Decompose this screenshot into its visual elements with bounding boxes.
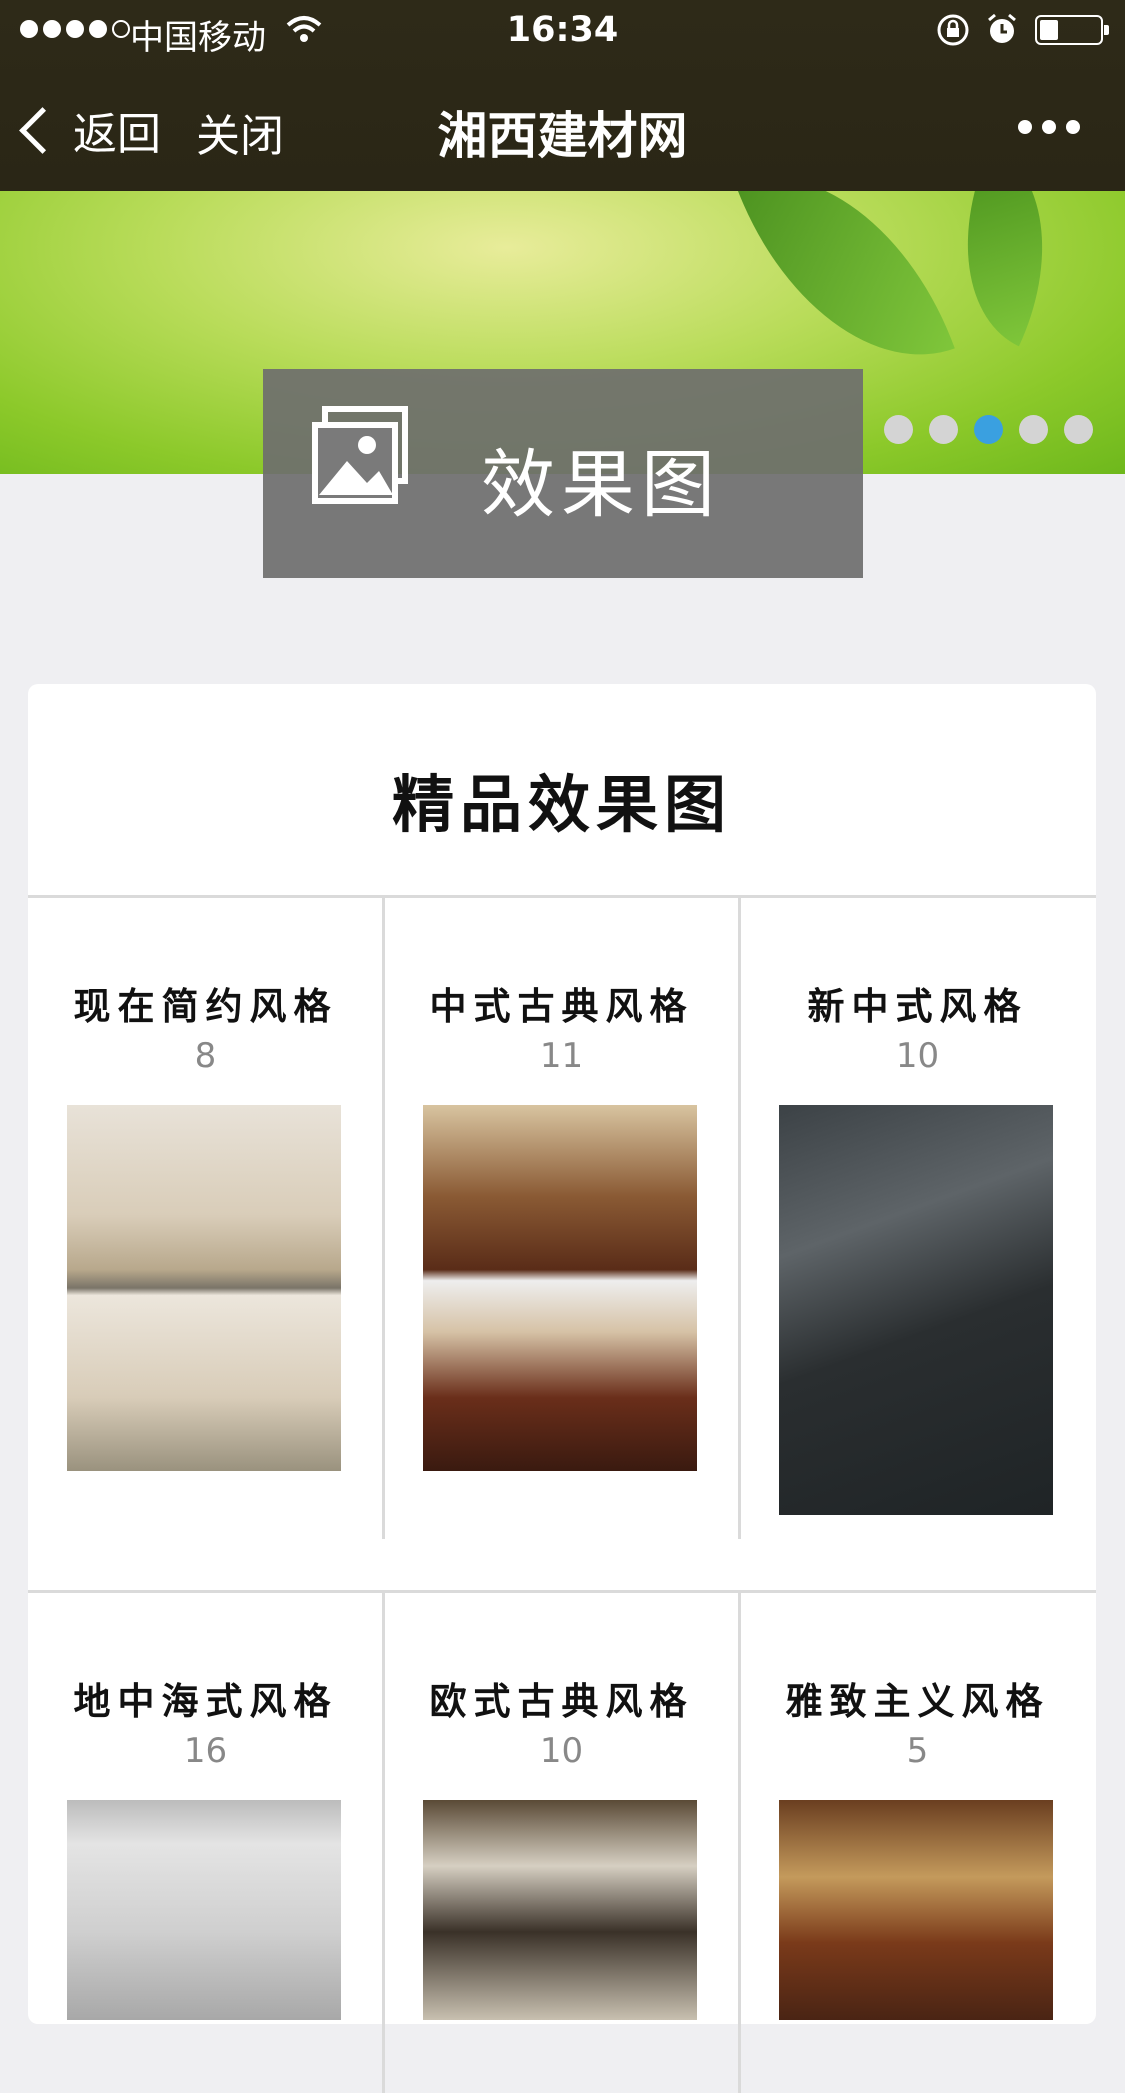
rotation-lock-icon [935, 12, 971, 57]
category-thumbnail[interactable] [423, 1800, 697, 2020]
category-count: 10 [895, 1036, 940, 1076]
status-bar: 中国移动 16:34 [0, 0, 1125, 60]
carousel-pager [884, 415, 1093, 444]
image-gallery-icon [311, 405, 411, 505]
pager-dot[interactable] [929, 415, 958, 444]
category-thumbnail[interactable] [67, 1800, 341, 2020]
category-thumbnail[interactable] [779, 1800, 1053, 2020]
category-tile[interactable]: 中式古典风格 11 [384, 898, 739, 1588]
category-thumbnail[interactable] [67, 1105, 341, 1471]
pager-dot-active[interactable] [974, 415, 1003, 444]
alarm-icon [985, 12, 1019, 55]
pager-dot[interactable] [884, 415, 913, 444]
category-count: 11 [539, 1036, 584, 1076]
category-tile[interactable]: 现在简约风格 8 [28, 898, 383, 1588]
category-tile[interactable]: 雅致主义风格 5 [740, 1593, 1095, 2023]
category-tile[interactable]: 欧式古典风格 10 [384, 1593, 739, 2023]
category-tile[interactable]: 新中式风格 10 [740, 898, 1095, 1588]
category-name: 雅致主义风格 [785, 1680, 1050, 1723]
more-options-button[interactable] [1018, 120, 1080, 134]
category-count: 16 [183, 1731, 228, 1771]
category-name: 中式古典风格 [429, 985, 694, 1028]
category-count: 8 [194, 1036, 217, 1076]
category-thumbnail[interactable] [779, 1105, 1053, 1515]
leaf-decoration [919, 191, 1091, 347]
category-name: 地中海式风格 [73, 1680, 338, 1723]
pager-dot[interactable] [1019, 415, 1048, 444]
pager-dot[interactable] [1064, 415, 1093, 444]
category-tile[interactable]: 地中海式风格 16 [28, 1593, 383, 2023]
battery-icon [1035, 15, 1109, 45]
category-name: 现在简约风格 [73, 985, 338, 1028]
page-title: 湘西建材网 [437, 107, 688, 165]
category-name: 欧式古典风格 [429, 1680, 694, 1723]
navigation-bar: 返回 关闭 湘西建材网 [0, 60, 1125, 191]
effect-images-button[interactable]: 效果图 [263, 369, 863, 578]
section-title: 精品效果图 [391, 768, 732, 841]
featured-card: 精品效果图 现在简约风格 8 中式古典风格 11 新中式风格 10 地中海式风格… [28, 684, 1096, 2093]
category-count: 5 [906, 1731, 929, 1771]
category-count: 10 [539, 1731, 584, 1771]
category-name: 新中式风格 [807, 985, 1028, 1028]
top-bar: 中国移动 16:34 返回 关闭 湘西建材网 [0, 0, 1125, 191]
category-thumbnail[interactable] [423, 1105, 697, 1471]
hero-label: 效果图 [481, 442, 721, 528]
